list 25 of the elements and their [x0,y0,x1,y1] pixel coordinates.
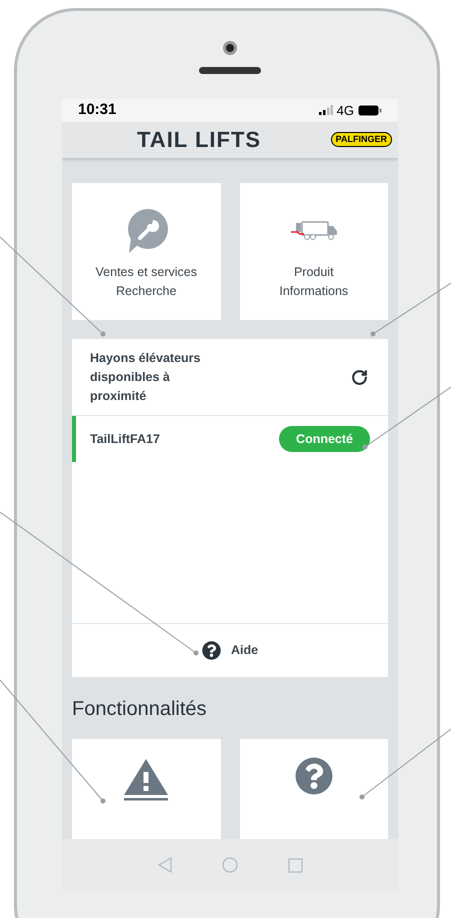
help-icon [202,641,221,660]
warning-icon [123,757,170,801]
truck-icon [290,220,338,242]
signal-icon [318,105,333,116]
status-time: 10:31 [78,100,116,120]
app-title: TAIL LIFTS [137,126,262,154]
menu-tile[interactable]: Ventes et services Recherche [72,183,220,320]
device-name: TailLiftFA17 [90,430,160,448]
status-badge: Connecté [279,426,370,452]
refresh-icon[interactable] [351,368,368,386]
help-icon [294,757,333,795]
menu-tile[interactable]: Produit Informations [240,183,388,320]
section-title: Fonctionnalités [72,697,208,722]
battery-icon [358,104,382,116]
feature-tile[interactable] [72,739,220,839]
brand-logo: PALFINGER [330,132,392,148]
tile-label: Produit Informations [279,264,348,300]
feature-tile[interactable] [240,739,388,839]
speaker-grille [199,67,261,74]
camera-icon [223,41,237,55]
tile-label: Ventes et services Recherche [96,264,197,300]
network-type: 4G [336,102,354,120]
device-row[interactable]: TailLiftFA17 Connecté [72,416,388,462]
devices-title: Hayons élévateurs disponibles à proximité [90,350,200,405]
help-link[interactable]: Aide [230,641,258,660]
